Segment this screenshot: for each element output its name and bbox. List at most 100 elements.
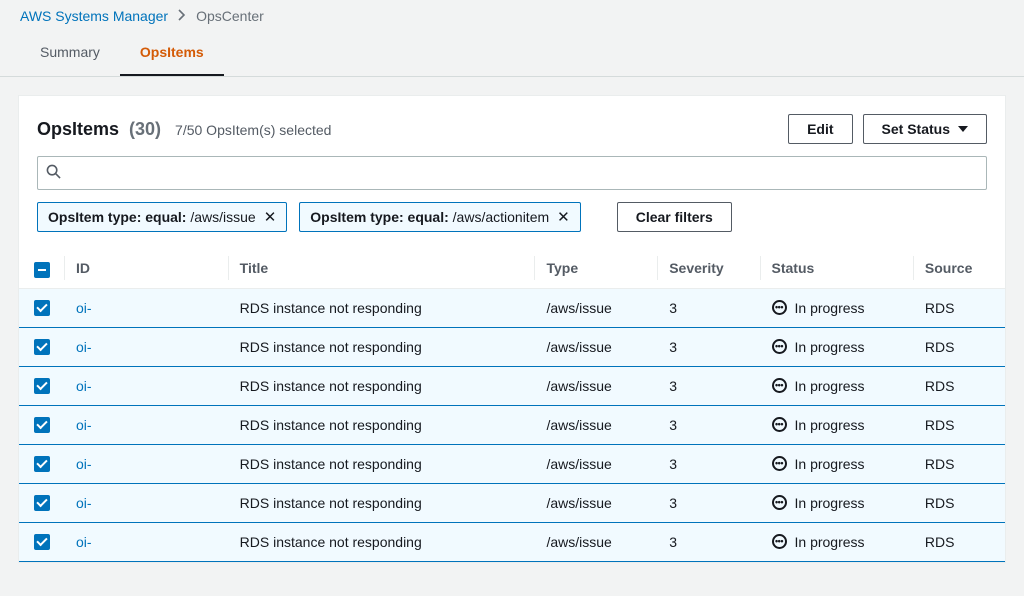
cell-source: RDS [913, 444, 1005, 483]
opsitems-panel: OpsItems (30) 7/50 OpsItem(s) selected E… [18, 95, 1006, 563]
caret-down-icon [958, 126, 968, 132]
chevron-right-icon [178, 8, 186, 24]
cell-source: RDS [913, 405, 1005, 444]
tab-summary[interactable]: Summary [20, 30, 120, 76]
cell-severity: 3 [657, 522, 759, 561]
cell-source: RDS [913, 327, 1005, 366]
tabs: Summary OpsItems [0, 30, 1024, 77]
row-checkbox[interactable] [34, 417, 50, 433]
cell-type: /aws/issue [534, 483, 657, 522]
opsitem-id-link[interactable]: oi- [76, 456, 92, 472]
col-header-id[interactable]: ID [64, 248, 228, 288]
opsitem-id-link[interactable]: oi- [76, 417, 92, 433]
selection-summary: 7/50 OpsItem(s) selected [175, 122, 331, 138]
table-row[interactable]: oi- RDS instance not responding/aws/issue… [19, 288, 1005, 327]
cell-type: /aws/issue [534, 405, 657, 444]
filters-row: OpsItem type: equal: /aws/issue ✕ OpsIte… [19, 202, 1005, 248]
opsitem-id-link[interactable]: oi- [76, 534, 92, 550]
close-icon[interactable]: ✕ [557, 210, 570, 225]
row-checkbox[interactable] [34, 378, 50, 394]
panel-title: OpsItems [37, 119, 119, 140]
table-row[interactable]: oi- RDS instance not responding/aws/issue… [19, 366, 1005, 405]
filter-chip-1-value: /aws/actionitem [453, 209, 549, 225]
row-checkbox[interactable] [34, 534, 50, 550]
breadcrumb-root-link[interactable]: AWS Systems Manager [20, 8, 168, 24]
cell-title: RDS instance not responding [228, 288, 535, 327]
cell-type: /aws/issue [534, 288, 657, 327]
cell-source: RDS [913, 522, 1005, 561]
panel-header: OpsItems (30) 7/50 OpsItem(s) selected E… [19, 114, 1005, 156]
close-icon[interactable]: ✕ [264, 210, 277, 225]
search-input[interactable] [61, 165, 978, 181]
cell-status: •••In progress [772, 534, 901, 550]
filter-chip-0[interactable]: OpsItem type: equal: /aws/issue ✕ [37, 202, 287, 232]
filter-chip-0-label: OpsItem type: equal: [48, 209, 186, 225]
search-icon [46, 164, 61, 182]
col-header-severity[interactable]: Severity [657, 248, 759, 288]
opsitem-id-link[interactable]: oi- [76, 378, 92, 394]
cell-severity: 3 [657, 288, 759, 327]
cell-status: •••In progress [772, 378, 901, 394]
cell-severity: 3 [657, 366, 759, 405]
table-row[interactable]: oi- RDS instance not responding/aws/issue… [19, 483, 1005, 522]
cell-source: RDS [913, 366, 1005, 405]
cell-severity: 3 [657, 405, 759, 444]
table-row[interactable]: oi- RDS instance not responding/aws/issue… [19, 405, 1005, 444]
opsitem-id-link[interactable]: oi- [76, 495, 92, 511]
row-checkbox[interactable] [34, 456, 50, 472]
cell-title: RDS instance not responding [228, 483, 535, 522]
col-header-source[interactable]: Source [913, 248, 1005, 288]
in-progress-icon: ••• [772, 378, 787, 393]
cell-title: RDS instance not responding [228, 327, 535, 366]
row-checkbox[interactable] [34, 300, 50, 316]
cell-source: RDS [913, 288, 1005, 327]
clear-filters-button[interactable]: Clear filters [617, 202, 732, 232]
in-progress-icon: ••• [772, 534, 787, 549]
cell-type: /aws/issue [534, 444, 657, 483]
in-progress-icon: ••• [772, 339, 787, 354]
cell-severity: 3 [657, 444, 759, 483]
breadcrumb-current: OpsCenter [196, 8, 264, 24]
cell-status: •••In progress [772, 495, 901, 511]
col-header-type[interactable]: Type [534, 248, 657, 288]
col-header-title[interactable]: Title [228, 248, 535, 288]
edit-button[interactable]: Edit [788, 114, 852, 144]
table-row[interactable]: oi- RDS instance not responding/aws/issue… [19, 444, 1005, 483]
filter-chip-1-label: OpsItem type: equal: [310, 209, 448, 225]
cell-status: •••In progress [772, 300, 901, 316]
cell-type: /aws/issue [534, 327, 657, 366]
breadcrumb: AWS Systems Manager OpsCenter [0, 0, 1024, 30]
table-row[interactable]: oi- RDS instance not responding/aws/issue… [19, 327, 1005, 366]
select-all-checkbox[interactable] [34, 262, 50, 278]
filter-chip-0-value: /aws/issue [190, 209, 255, 225]
cell-severity: 3 [657, 483, 759, 522]
table-row[interactable]: oi- RDS instance not responding/aws/issue… [19, 522, 1005, 561]
cell-type: /aws/issue [534, 366, 657, 405]
cell-title: RDS instance not responding [228, 366, 535, 405]
opsitem-id-link[interactable]: oi- [76, 339, 92, 355]
row-checkbox[interactable] [34, 495, 50, 511]
in-progress-icon: ••• [772, 417, 787, 432]
in-progress-icon: ••• [772, 300, 787, 315]
cell-status: •••In progress [772, 417, 901, 433]
cell-title: RDS instance not responding [228, 444, 535, 483]
cell-type: /aws/issue [534, 522, 657, 561]
cell-title: RDS instance not responding [228, 405, 535, 444]
opsitem-id-link[interactable]: oi- [76, 300, 92, 316]
in-progress-icon: ••• [772, 495, 787, 510]
cell-severity: 3 [657, 327, 759, 366]
cell-status: •••In progress [772, 456, 901, 472]
cell-title: RDS instance not responding [228, 522, 535, 561]
set-status-label: Set Status [882, 121, 950, 137]
tab-opsitems[interactable]: OpsItems [120, 30, 224, 76]
row-checkbox[interactable] [34, 339, 50, 355]
search-bar[interactable] [37, 156, 987, 190]
col-header-status[interactable]: Status [760, 248, 913, 288]
set-status-button[interactable]: Set Status [863, 114, 987, 144]
cell-status: •••In progress [772, 339, 901, 355]
cell-source: RDS [913, 483, 1005, 522]
panel-count: (30) [129, 119, 161, 140]
in-progress-icon: ••• [772, 456, 787, 471]
opsitems-table: ID Title Type Severity Status Source oi-… [19, 248, 1005, 562]
filter-chip-1[interactable]: OpsItem type: equal: /aws/actionitem ✕ [299, 202, 580, 232]
